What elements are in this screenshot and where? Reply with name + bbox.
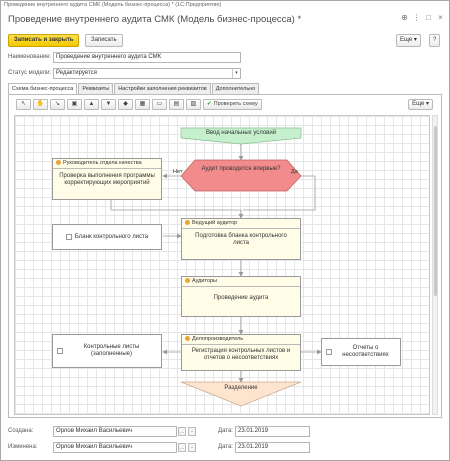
changed-label: Изменена: <box>8 444 38 450</box>
scheme-toolbar: ↖ ✋ ↘ ▣ ▲ ▼ ◆ ▦ ▭ ▤ ▨ ✔ Проверить схему <box>16 99 262 110</box>
document-icon <box>326 349 332 355</box>
document-label: Бланк контрольного листа <box>74 233 149 240</box>
person-icon <box>185 278 190 283</box>
condition-icon[interactable]: ◆ <box>118 99 133 110</box>
task-lead-auditor[interactable]: Ведущий аудитор Подготовка бланка контро… <box>181 218 301 260</box>
close-icon[interactable]: × <box>436 13 445 22</box>
task-records-clerk[interactable]: Делопроизводитель Регистрация контрольны… <box>181 334 301 371</box>
task-role-label: Руководитель отдела качества <box>63 160 142 166</box>
person-icon <box>185 336 190 341</box>
tab-additional[interactable]: Дополнительно <box>211 83 260 94</box>
connector-icon[interactable]: ↘ <box>50 99 65 110</box>
more-button[interactable]: Еще ▾ <box>396 34 421 47</box>
changed-by-open-icon[interactable]: ▫ <box>188 443 196 452</box>
created-date-label: Дата: <box>218 428 233 434</box>
task-role-header: Ведущий аудитор <box>182 219 300 229</box>
document-icon <box>65 234 72 240</box>
task-body: Проверка выполнения программы корректиру… <box>59 173 155 186</box>
end-node-icon[interactable]: ▲ <box>84 99 99 110</box>
split-node[interactable]: Разделение <box>181 384 301 392</box>
task-body: Регистрация контрольных листов и отчетов… <box>191 348 291 361</box>
check-scheme-label: Проверить схему <box>213 101 258 107</box>
chevron-down-icon: ▾ <box>425 101 429 107</box>
created-by-field[interactable]: Орлов Михаил Васильевич <box>53 426 177 437</box>
save-and-close-button[interactable]: Записать и закрыть <box>8 34 80 47</box>
task-role-header: Аудиторы <box>182 277 300 287</box>
created-by-open-icon[interactable]: ▫ <box>188 427 196 436</box>
document-filled-checklists[interactable]: Контрольные листы (заполненные) <box>52 334 162 368</box>
task-role-label: Аудиторы <box>192 278 217 284</box>
document-label: Отчеты о несоответствиях <box>342 345 389 358</box>
document-icon <box>57 348 63 354</box>
task-role-header: Руководитель отдела качества <box>53 159 161 169</box>
scheme-more-button[interactable]: Еще ▾ <box>408 99 433 110</box>
created-label: Создана: <box>8 428 34 434</box>
link-icon[interactable]: ⊕ <box>400 13 409 22</box>
document-nonconformity-reports[interactable]: Отчеты о несоответствиях <box>321 338 401 366</box>
document-blank-checklist[interactable]: Бланк контрольного листа <box>52 224 162 250</box>
subprocess-icon[interactable]: ▭ <box>152 99 167 110</box>
status-value: Редактируется <box>56 70 97 76</box>
checkmark-icon: ✔ <box>207 101 212 107</box>
check-scheme-button[interactable]: ✔ Проверить схему <box>203 99 262 110</box>
help-button[interactable]: ? <box>429 34 441 47</box>
save-button[interactable]: Записать <box>85 34 123 47</box>
start-node-icon[interactable]: ▣ <box>67 99 82 110</box>
main-window: Проведение внутреннего аудита СМК (Модел… <box>0 0 450 461</box>
task-icon[interactable]: ▦ <box>135 99 150 110</box>
created-date-field[interactable]: 23.01.2019 <box>235 426 310 437</box>
task-role-label: Делопроизводитель <box>192 336 244 342</box>
menu-icon[interactable]: ⋮ <box>412 13 421 22</box>
scrollbar-thumb[interactable] <box>434 126 437 296</box>
changed-date-label: Дата: <box>218 444 233 450</box>
decision-node[interactable]: Аудит проводится впервые? <box>195 166 287 173</box>
name-field[interactable]: Проведение внутреннего аудита СМК <box>53 52 241 63</box>
page-title: Проведение внутреннего аудита СМК (Модел… <box>8 14 302 25</box>
task-body: Проведение аудита <box>213 295 269 301</box>
changed-by-field[interactable]: Орлов Михаил Васильевич <box>53 442 177 453</box>
status-label: Статус модели: <box>8 70 52 76</box>
split-node-icon[interactable]: ▼ <box>101 99 116 110</box>
task-auditors[interactable]: Аудиторы Проведение аудита <box>181 276 301 317</box>
maximize-icon[interactable]: □ <box>424 13 433 22</box>
scheme-more-label: Еще <box>412 101 425 107</box>
window-title: Проведение внутреннего аудита СМК (Модел… <box>4 2 222 8</box>
window-controls: ⊕ ⋮ □ × <box>400 13 445 22</box>
more-label: Еще <box>400 37 413 43</box>
person-icon <box>185 220 190 225</box>
changed-by-select-icon[interactable]: … <box>178 443 186 452</box>
task-body: Подготовка бланка контрольного листа <box>195 233 287 246</box>
task-quality-head[interactable]: Руководитель отдела качества Проверка вы… <box>52 158 162 200</box>
created-by-select-icon[interactable]: … <box>178 427 186 436</box>
decision-no-label: Нет <box>173 169 183 175</box>
decision-yes-label: Да <box>291 169 298 175</box>
document-label: Контрольные листы (заполненные) <box>83 344 140 357</box>
scheme-panel: ↖ ✋ ↘ ▣ ▲ ▼ ◆ ▦ ▭ ▤ ▨ ✔ Проверить схему Е… <box>8 94 442 418</box>
picture-icon[interactable]: ▨ <box>186 99 201 110</box>
changed-date-field[interactable]: 23.01.2019 <box>235 442 310 453</box>
status-select[interactable]: Редактируется ▾ <box>53 68 241 79</box>
chevron-down-icon: ▾ <box>413 37 417 43</box>
person-icon <box>56 160 61 165</box>
diagram-canvas[interactable]: Ввод начальных условий Аудит проводится … <box>14 115 430 415</box>
pointer-icon[interactable]: ↖ <box>16 99 31 110</box>
tab-requisites[interactable]: Реквизиты <box>78 83 114 94</box>
name-label: Наименование: <box>8 54 52 60</box>
task-role-label: Ведущий аудитор <box>192 220 238 226</box>
tab-fill-settings[interactable]: Настройки заполнения реквизитов <box>114 83 211 94</box>
start-node[interactable]: Ввод начальных условий <box>181 128 301 140</box>
chevron-down-icon[interactable]: ▾ <box>232 69 240 78</box>
hand-icon[interactable]: ✋ <box>33 99 48 110</box>
diagram-scrollbar[interactable] <box>432 115 438 415</box>
decoration-icon[interactable]: ▤ <box>169 99 184 110</box>
task-role-header: Делопроизводитель <box>182 335 300 345</box>
